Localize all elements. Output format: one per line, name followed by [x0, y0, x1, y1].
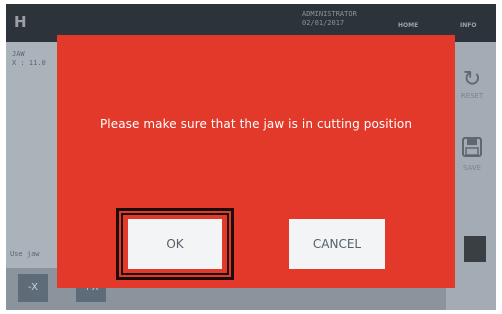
home-tab[interactable]: HOME	[398, 22, 418, 29]
save-label: SAVE	[462, 164, 482, 172]
app-logo: H	[14, 13, 27, 31]
user-info: ADMINISTRATOR 02/01/2017	[302, 10, 357, 28]
reset-label: RESET	[460, 92, 484, 100]
ok-button[interactable]: OK	[128, 219, 222, 269]
jaw-info: JAW X : 11.0	[12, 50, 46, 68]
reset-icon: ↻	[462, 67, 482, 92]
save-icon	[452, 136, 492, 164]
save-button[interactable]: SAVE	[452, 136, 492, 184]
jaw-value: X : 11.0	[12, 59, 46, 67]
device-bezel: H ADMINISTRATOR 02/01/2017 HOME INFO JAW…	[0, 0, 502, 314]
date-label: 02/01/2017	[302, 19, 345, 27]
reset-button[interactable]: ↻ RESET	[452, 68, 492, 116]
jog-minus-x-button[interactable]: -X	[18, 274, 48, 302]
dialog-message: Please make sure that the jaw is in cutt…	[99, 117, 413, 131]
stop-button[interactable]	[464, 236, 486, 262]
info-tab[interactable]: INFO	[460, 22, 476, 29]
use-jaw-text: Use jaw	[10, 250, 40, 258]
user-name: ADMINISTRATOR	[302, 10, 357, 18]
jaw-title: JAW	[12, 50, 25, 58]
confirmation-dialog: Please make sure that the jaw is in cutt…	[57, 35, 455, 288]
cancel-button[interactable]: CANCEL	[289, 219, 385, 269]
